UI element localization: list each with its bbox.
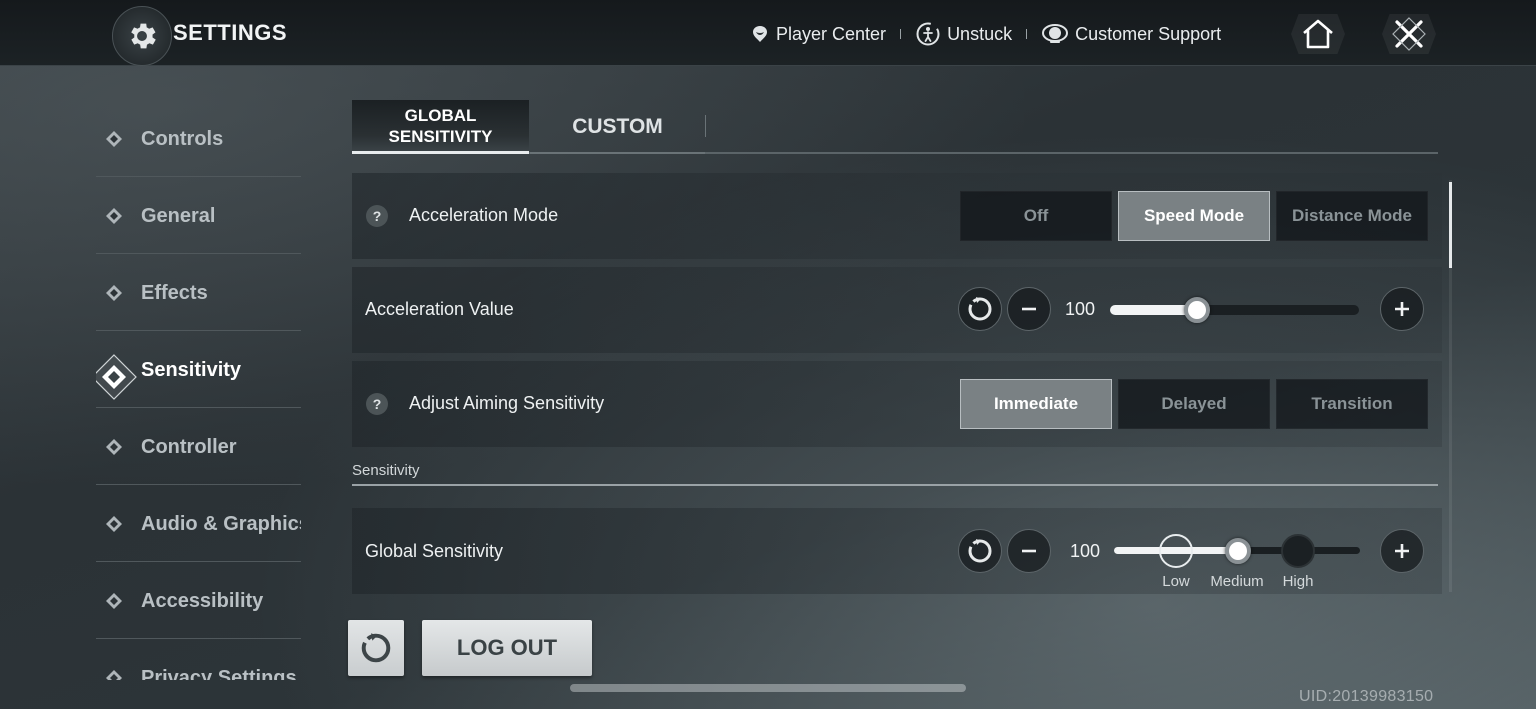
uid-text: UID:20139983150 (1299, 688, 1434, 705)
sidebar-item-sensitivity[interactable]: Sensitivity (96, 331, 301, 408)
diamond-icon (106, 285, 122, 301)
stop-label-high: High (1282, 573, 1314, 590)
sidebar-item-accessibility[interactable]: Accessibility (96, 562, 301, 639)
tab-label-line1: GLOBAL (404, 106, 477, 125)
diamond-icon (106, 208, 122, 224)
tab-divider (705, 115, 706, 137)
plus-icon (1395, 544, 1409, 558)
tab-label-line2: SENSITIVITY (388, 127, 493, 146)
global-sensitivity-label: Global Sensitivity (365, 541, 504, 561)
reset-icon (968, 297, 992, 321)
diamond-icon (106, 670, 122, 680)
unstuck-icon (916, 22, 940, 46)
logout-button[interactable]: LOG OUT (422, 620, 592, 676)
home-icon (1303, 19, 1333, 49)
acceleration-value: 100 (1065, 299, 1096, 319)
minus-icon (1022, 307, 1036, 311)
acceleration-slider-thumb[interactable] (1184, 297, 1210, 323)
aiming-delayed-option[interactable]: Delayed (1118, 379, 1270, 429)
close-icon (1392, 17, 1426, 51)
decrease-button[interactable] (1007, 287, 1051, 331)
stop-high[interactable] (1281, 534, 1315, 568)
stop-label-medium: Medium (1210, 573, 1264, 590)
global-sensitivity-row: Global Sensitivity 100 Low Medium High (352, 508, 1442, 594)
acceleration-mode-row: ? Acceleration Mode Off Speed Mode Dista… (352, 173, 1442, 259)
stop-label-low: Low (1162, 573, 1190, 590)
sidebar-item-label: Audio & Graphics (141, 513, 301, 535)
sidebar-item-label: General (141, 205, 216, 227)
sidebar-item-privacy-settings[interactable]: Privacy Settings (96, 639, 301, 680)
plus-icon (1395, 302, 1409, 316)
minus-icon (1022, 549, 1036, 553)
sidebar-item-label: Privacy Settings (141, 667, 297, 680)
scrollbar-thumb[interactable] (1449, 182, 1452, 268)
tab-bar: GLOBAL SENSITIVITY CUSTOM (352, 100, 1438, 154)
acceleration-off-option[interactable]: Off (960, 191, 1112, 241)
increase-button[interactable] (1380, 287, 1424, 331)
diamond-icon (106, 131, 122, 147)
sidebar-item-general[interactable]: General (96, 177, 301, 254)
sidebar-item-label: Controls (141, 128, 224, 150)
diamond-selected-icon (96, 354, 137, 400)
sidebar-item-label: Effects (141, 282, 208, 304)
sidebar-item-effects[interactable]: Effects (96, 254, 301, 331)
player-center-label: Player Center (776, 23, 887, 44)
acceleration-speed-mode-option[interactable]: Speed Mode (1118, 191, 1270, 241)
unstuck-label: Unstuck (947, 23, 1013, 44)
decrease-button[interactable] (1007, 529, 1051, 573)
unstuck-link[interactable]: Unstuck (915, 21, 1012, 47)
acceleration-distance-mode-option[interactable]: Distance Mode (1276, 191, 1428, 241)
player-center-link[interactable]: Player Center (750, 24, 886, 45)
customer-support-label: Customer Support (1075, 23, 1222, 44)
reset-button[interactable] (958, 529, 1002, 573)
help-icon[interactable]: ? (366, 205, 388, 227)
customer-support-link[interactable]: Customer Support (1041, 22, 1221, 46)
headset-icon (1042, 24, 1069, 43)
divider (1026, 29, 1028, 39)
acceleration-value-row: Acceleration Value 100 (352, 267, 1442, 353)
page-title: SETTINGS (173, 20, 288, 45)
adjust-aiming-label: Adjust Aiming Sensitivity (409, 393, 605, 413)
settings-emblem (112, 6, 172, 66)
section-divider (352, 484, 1438, 486)
reset-button[interactable] (958, 287, 1002, 331)
aiming-immediate-option[interactable]: Immediate (960, 379, 1112, 429)
home-button[interactable] (1283, 12, 1353, 56)
gear-icon (131, 23, 156, 49)
top-links: Player Center Unstuck Customer Support (750, 20, 1221, 48)
sidebar-item-controls[interactable]: Controls (96, 100, 301, 177)
tab-custom[interactable]: CUSTOM (530, 100, 705, 154)
sidebar: Controls General Effects Sensitivity Con… (96, 100, 301, 680)
divider (900, 29, 902, 39)
acceleration-mode-label: Acceleration Mode (409, 205, 559, 225)
adjust-aiming-row: ? Adjust Aiming Sensitivity Immediate De… (352, 361, 1442, 447)
increase-button[interactable] (1380, 529, 1424, 573)
help-icon[interactable]: ? (366, 393, 388, 415)
aiming-transition-option[interactable]: Transition (1276, 379, 1428, 429)
diamond-icon (106, 439, 122, 455)
close-button[interactable] (1374, 12, 1444, 56)
diamond-icon (106, 516, 122, 532)
reset-all-button[interactable] (348, 620, 404, 676)
global-sensitivity-value: 100 (1070, 541, 1101, 561)
acceleration-value-label: Acceleration Value (365, 299, 514, 319)
section-heading: Sensitivity (352, 462, 420, 479)
tab-global-sensitivity[interactable]: GLOBAL SENSITIVITY (352, 100, 529, 154)
sidebar-item-audio-graphics[interactable]: Audio & Graphics (96, 485, 301, 562)
home-indicator (570, 684, 966, 692)
stop-low[interactable] (1159, 534, 1193, 568)
player-center-icon (753, 26, 767, 42)
sidebar-item-label: Sensitivity (141, 359, 242, 381)
reset-icon (361, 633, 391, 663)
diamond-icon (106, 593, 122, 609)
stop-medium-selected[interactable] (1225, 538, 1251, 564)
sidebar-item-label: Accessibility (141, 590, 264, 612)
reset-icon (968, 539, 992, 563)
top-bar: SETTINGS Player Center Unstuck Customer … (0, 0, 1536, 66)
sidebar-item-label: Controller (141, 436, 237, 458)
sidebar-item-controller[interactable]: Controller (96, 408, 301, 485)
